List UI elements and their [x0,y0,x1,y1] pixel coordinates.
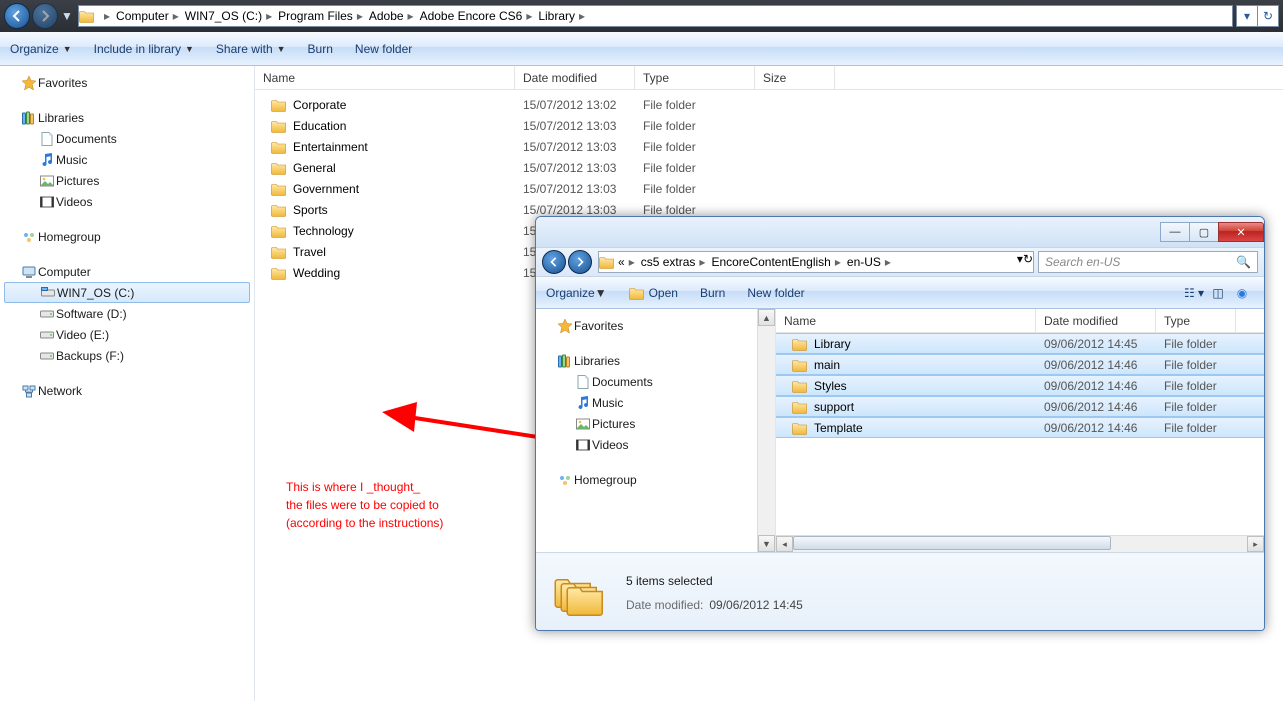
view-options-button[interactable]: ☷ ▾ [1182,286,1206,300]
inner-col-type[interactable]: Type [1156,309,1236,332]
inner-nav-music[interactable]: Music [536,392,775,413]
inner-nav-back[interactable] [542,250,566,274]
breadcrumb-root[interactable]: ▸ [97,6,113,26]
inner-new-folder-button[interactable]: New folder [747,286,804,300]
nav-history-dropdown[interactable]: ▼ [60,9,74,23]
burn-button[interactable]: Burn [308,42,333,56]
folder-icon [79,8,97,24]
minimize-button[interactable]: — [1160,222,1190,242]
network-header[interactable]: Network [0,380,254,401]
scroll-down-button[interactable]: ▼ [758,535,775,552]
inner-address-bar: «▸ cs5 extras▸ EncoreContentEnglish▸ en-… [536,247,1264,277]
favorites-header[interactable]: Favorites [0,72,254,93]
refresh-button[interactable]: ↻ [1257,5,1279,27]
inner-nav-forward[interactable] [568,250,592,274]
details-title: 5 items selected [626,574,803,588]
list-item[interactable]: Education15/07/2012 13:03File folder [255,115,1283,136]
col-date[interactable]: Date modified [515,66,635,89]
inner-file-list: Name Date modified Type Library09/06/201… [776,309,1264,552]
organize-button[interactable]: Organize▼ [10,42,72,56]
list-item[interactable]: main09/06/2012 14:46File folder [776,354,1264,375]
breadcrumb-item[interactable]: en-US▸ [844,252,894,272]
inner-libraries-header[interactable]: Libraries [536,350,775,371]
breadcrumb-item[interactable]: Adobe Encore CS6▸ [417,6,536,26]
inner-col-name[interactable]: Name [776,309,1036,332]
breadcrumb-item[interactable]: EncoreContentEnglish▸ [708,252,843,272]
breadcrumb-root-overflow[interactable]: «▸ [615,252,638,272]
nav-drive-e[interactable]: Video (E:) [0,324,254,345]
list-item[interactable]: Corporate15/07/2012 13:02File folder [255,94,1283,115]
details-date-label: Date modified: [626,598,703,612]
breadcrumb-item[interactable]: Adobe▸ [366,6,417,26]
list-item[interactable]: Entertainment15/07/2012 13:03File folder [255,136,1283,157]
search-placeholder: Search en-US [1045,255,1120,269]
list-item[interactable]: Government15/07/2012 13:03File folder [255,178,1283,199]
preview-pane-button[interactable]: ◫ [1206,286,1230,300]
secondary-explorer-window: — ▢ ✕ «▸ cs5 extras▸ EncoreContentEnglis… [535,216,1265,631]
col-type[interactable]: Type [635,66,755,89]
breadcrumb-item[interactable]: cs5 extras▸ [638,252,709,272]
list-item[interactable]: Template09/06/2012 14:46File folder [776,417,1264,438]
nav-documents[interactable]: Documents [0,128,254,149]
inner-favorites-header[interactable]: Favorites [536,315,775,336]
inner-open-button[interactable]: Open [629,285,678,301]
nav-drive-d[interactable]: Software (D:) [0,303,254,324]
help-button[interactable]: ◉ [1230,286,1254,300]
search-icon: 🔍 [1236,255,1251,269]
homegroup-header[interactable]: Homegroup [0,226,254,247]
main-address-bar: ▼ ▸ Computer▸ WIN7_OS (C:)▸ Program File… [0,0,1283,32]
details-date-value: 09/06/2012 14:45 [709,598,802,612]
breadcrumb-item[interactable]: Computer▸ [113,6,182,26]
breadcrumb-item[interactable]: Library▸ [535,6,588,26]
search-box[interactable]: Search en-US 🔍 [1038,251,1258,273]
libraries-header[interactable]: Libraries [0,107,254,128]
list-item[interactable]: support09/06/2012 14:46File folder [776,396,1264,417]
close-button[interactable]: ✕ [1218,222,1264,242]
col-name[interactable]: Name [255,66,515,89]
nav-back-button[interactable] [4,3,30,29]
breadcrumb-item[interactable]: Program Files▸ [275,6,366,26]
details-pane: 5 items selected Date modified: 09/06/201… [536,552,1264,631]
nav-forward-button[interactable] [32,3,58,29]
share-with-button[interactable]: Share with▼ [216,42,286,56]
list-item[interactable]: Styles09/06/2012 14:46File folder [776,375,1264,396]
col-size[interactable]: Size [755,66,835,89]
nav-drive-c[interactable]: WIN7_OS (C:) [4,282,250,303]
scroll-right-button[interactable]: ▸ [1247,536,1264,552]
multi-folder-icon [550,565,606,621]
titlebar[interactable]: — ▢ ✕ [536,217,1264,247]
folder-icon [599,254,615,270]
inner-breadcrumb[interactable]: «▸ cs5 extras▸ EncoreContentEnglish▸ en-… [598,251,1034,273]
list-item[interactable]: General15/07/2012 13:03File folder [255,157,1283,178]
scroll-left-button[interactable]: ◂ [776,536,793,552]
inner-col-date[interactable]: Date modified [1036,309,1156,332]
new-folder-button[interactable]: New folder [355,42,412,56]
inner-toolbar: Organize▼ Open Burn New folder ☷ ▾ ◫ ◉ [536,277,1264,309]
breadcrumb-item[interactable]: WIN7_OS (C:)▸ [182,6,275,26]
navigation-pane: Favorites Libraries Documents Music Pict… [0,66,255,701]
annotation-text: This is where I _thought_ the files were… [286,478,443,532]
list-item[interactable]: Library09/06/2012 14:45File folder [776,333,1264,354]
inner-nav-videos[interactable]: Videos [536,434,775,455]
scroll-up-button[interactable]: ▲ [758,309,775,326]
nav-videos[interactable]: Videos [0,191,254,212]
scrollbar-thumb[interactable] [793,536,1111,550]
inner-navigation-pane: ▲ ▼ Favorites Libraries Documents Music … [536,309,776,552]
inner-refresh-button[interactable]: ↻ [1023,252,1033,272]
maximize-button[interactable]: ▢ [1189,222,1219,242]
inner-organize-button[interactable]: Organize▼ [546,286,607,300]
include-library-button[interactable]: Include in library▼ [94,42,194,56]
inner-nav-documents[interactable]: Documents [536,371,775,392]
address-dropdown[interactable]: ▾ [1236,5,1258,27]
inner-burn-button[interactable]: Burn [700,286,725,300]
main-toolbar: Organize▼ Include in library▼ Share with… [0,32,1283,66]
computer-header[interactable]: Computer [0,261,254,282]
nav-drive-f[interactable]: Backups (F:) [0,345,254,366]
nav-pictures[interactable]: Pictures [0,170,254,191]
inner-nav-pictures[interactable]: Pictures [536,413,775,434]
breadcrumb-bar[interactable]: ▸ Computer▸ WIN7_OS (C:)▸ Program Files▸… [78,5,1233,27]
nav-music[interactable]: Music [0,149,254,170]
inner-homegroup-header[interactable]: Homegroup [536,469,775,490]
horizontal-scrollbar[interactable]: ◂ ▸ [776,535,1264,552]
